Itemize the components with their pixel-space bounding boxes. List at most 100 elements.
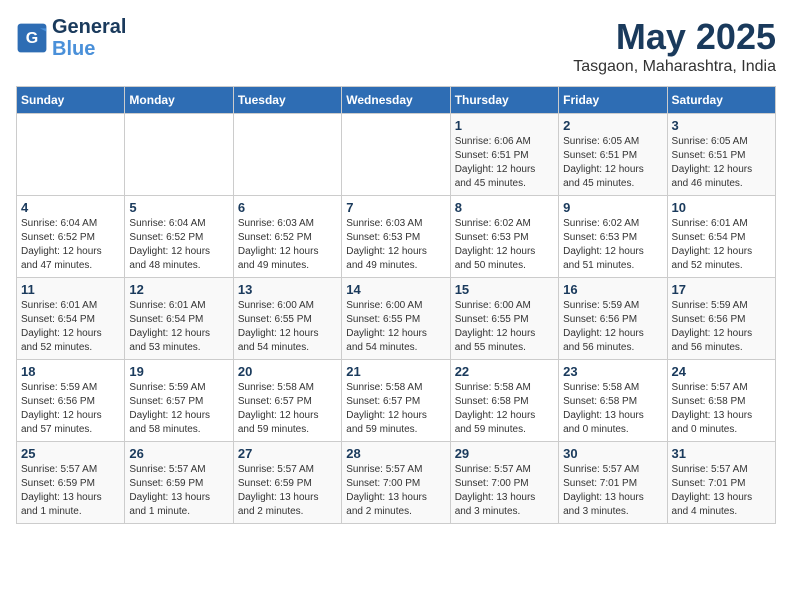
week-row-4: 18 Sunrise: 5:59 AM Sunset: 6:56 PM Dayli… [17,360,776,442]
day-cell [17,114,125,196]
day-info: Sunrise: 6:00 AM Sunset: 6:55 PM Dayligh… [238,299,337,355]
page-title: May 2025 [573,16,776,58]
day-cell: 16Sunrise: 5:59 AM Sunset: 6:56 PM Dayli… [559,278,667,360]
day-info: Sunrise: 5:57 AM Sunset: 7:00 PM Dayligh… [455,463,554,519]
day-number: 8 [455,200,554,215]
day-number: 25 [21,446,120,461]
day-cell: 13Sunrise: 6:00 AM Sunset: 6:55 PM Dayli… [233,278,341,360]
day-info: Sunrise: 5:58 AM Sunset: 6:57 PM Dayligh… [238,381,337,437]
day-info: Sunrise: 6:05 AM Sunset: 6:51 PM Dayligh… [563,135,662,191]
day-info: Sunrise: 5:57 AM Sunset: 7:01 PM Dayligh… [563,463,662,519]
day-cell: 10Sunrise: 6:01 AM Sunset: 6:54 PM Dayli… [667,196,775,278]
week-row-3: 11 Sunrise: 6:01 AM Sunset: 6:54 PM Dayli… [17,278,776,360]
day-cell: 21Sunrise: 5:58 AM Sunset: 6:57 PM Dayli… [342,360,450,442]
day-info: Sunrise: 6:01 AM Sunset: 6:54 PM Dayligh… [129,299,228,355]
day-cell [233,114,341,196]
day-cell: 11 Sunrise: 6:01 AM Sunset: 6:54 PM Dayli… [17,278,125,360]
day-number: 26 [129,446,228,461]
day-cell: 5 Sunrise: 6:04 AM Sunset: 6:52 PM Daylig… [125,196,233,278]
day-number: 11 [21,282,120,297]
day-info: Sunrise: 6:05 AM Sunset: 6:51 PM Dayligh… [672,135,771,191]
page-subtitle: Tasgaon, Maharashtra, India [573,58,776,76]
day-cell: 1 Sunrise: 6:06 AM Sunset: 6:51 PM Daylig… [450,114,558,196]
page-header: G General Blue May 2025 Tasgaon, Maharas… [16,16,776,76]
day-info: Sunrise: 6:00 AM Sunset: 6:55 PM Dayligh… [455,299,554,355]
day-number: 15 [455,282,554,297]
day-cell: 8 Sunrise: 6:02 AM Sunset: 6:53 PM Daylig… [450,196,558,278]
day-cell: 30 Sunrise: 5:57 AM Sunset: 7:01 PM Dayli… [559,442,667,524]
day-cell: 25 Sunrise: 5:57 AM Sunset: 6:59 PM Dayli… [17,442,125,524]
day-number: 27 [238,446,337,461]
header-sunday: Sunday [17,87,125,114]
header-tuesday: Tuesday [233,87,341,114]
day-cell: 6Sunrise: 6:03 AM Sunset: 6:52 PM Daylig… [233,196,341,278]
day-number: 17 [672,282,771,297]
day-info: Sunrise: 5:58 AM Sunset: 6:58 PM Dayligh… [455,381,554,437]
day-info: Sunrise: 5:57 AM Sunset: 6:59 PM Dayligh… [21,463,120,519]
day-number: 4 [21,200,120,215]
day-info: Sunrise: 6:04 AM Sunset: 6:52 PM Dayligh… [129,217,228,273]
day-number: 9 [563,200,662,215]
title-area: May 2025 Tasgaon, Maharashtra, India [573,16,776,76]
day-number: 1 [455,118,554,133]
day-number: 29 [455,446,554,461]
day-info: Sunrise: 5:57 AM Sunset: 6:59 PM Dayligh… [129,463,228,519]
day-cell: 20 Sunrise: 5:58 AM Sunset: 6:57 PM Dayli… [233,360,341,442]
week-row-1: 1 Sunrise: 6:06 AM Sunset: 6:51 PM Daylig… [17,114,776,196]
day-info: Sunrise: 6:02 AM Sunset: 6:53 PM Dayligh… [455,217,554,273]
day-number: 12 [129,282,228,297]
day-cell: 29 Sunrise: 5:57 AM Sunset: 7:00 PM Dayli… [450,442,558,524]
header-row: SundayMondayTuesdayWednesdayThursdayFrid… [17,87,776,114]
day-cell: 3 Sunrise: 6:05 AM Sunset: 6:51 PM Daylig… [667,114,775,196]
day-cell: 7 Sunrise: 6:03 AM Sunset: 6:53 PM Daylig… [342,196,450,278]
day-info: Sunrise: 6:06 AM Sunset: 6:51 PM Dayligh… [455,135,554,191]
calendar-header: SundayMondayTuesdayWednesdayThursdayFrid… [17,87,776,114]
day-number: 28 [346,446,445,461]
day-info: Sunrise: 6:04 AM Sunset: 6:52 PM Dayligh… [21,217,120,273]
week-row-2: 4 Sunrise: 6:04 AM Sunset: 6:52 PM Daylig… [17,196,776,278]
day-info: Sunrise: 5:59 AM Sunset: 6:57 PM Dayligh… [129,381,228,437]
logo-icon: G [16,22,48,54]
day-info: Sunrise: 6:00 AM Sunset: 6:55 PM Dayligh… [346,299,445,355]
day-cell: 9Sunrise: 6:02 AM Sunset: 6:53 PM Daylig… [559,196,667,278]
day-info: Sunrise: 5:57 AM Sunset: 6:58 PM Dayligh… [672,381,771,437]
day-number: 22 [455,364,554,379]
day-cell: 31Sunrise: 5:57 AM Sunset: 7:01 PM Dayli… [667,442,775,524]
day-cell: 24Sunrise: 5:57 AM Sunset: 6:58 PM Dayli… [667,360,775,442]
day-number: 30 [563,446,662,461]
day-number: 20 [238,364,337,379]
day-number: 31 [672,446,771,461]
svg-text:G: G [26,30,38,47]
logo-line1: General [52,16,126,38]
day-cell: 14 Sunrise: 6:00 AM Sunset: 6:55 PM Dayli… [342,278,450,360]
day-info: Sunrise: 6:01 AM Sunset: 6:54 PM Dayligh… [21,299,120,355]
day-cell [342,114,450,196]
day-number: 3 [672,118,771,133]
day-cell: 27Sunrise: 5:57 AM Sunset: 6:59 PM Dayli… [233,442,341,524]
day-number: 18 [21,364,120,379]
calendar-table: SundayMondayTuesdayWednesdayThursdayFrid… [16,86,776,524]
logo-line2: Blue [52,38,126,60]
day-number: 6 [238,200,337,215]
day-number: 10 [672,200,771,215]
header-wednesday: Wednesday [342,87,450,114]
header-saturday: Saturday [667,87,775,114]
day-info: Sunrise: 5:58 AM Sunset: 6:58 PM Dayligh… [563,381,662,437]
day-number: 7 [346,200,445,215]
day-number: 2 [563,118,662,133]
day-number: 14 [346,282,445,297]
day-cell [125,114,233,196]
day-cell: 17 Sunrise: 5:59 AM Sunset: 6:56 PM Dayli… [667,278,775,360]
week-row-5: 25 Sunrise: 5:57 AM Sunset: 6:59 PM Dayli… [17,442,776,524]
day-number: 21 [346,364,445,379]
day-info: Sunrise: 5:59 AM Sunset: 6:56 PM Dayligh… [672,299,771,355]
day-info: Sunrise: 5:57 AM Sunset: 7:00 PM Dayligh… [346,463,445,519]
day-info: Sunrise: 5:59 AM Sunset: 6:56 PM Dayligh… [21,381,120,437]
day-cell: 15 Sunrise: 6:00 AM Sunset: 6:55 PM Dayli… [450,278,558,360]
day-cell: 22 Sunrise: 5:58 AM Sunset: 6:58 PM Dayli… [450,360,558,442]
day-number: 5 [129,200,228,215]
calendar-body: 1 Sunrise: 6:06 AM Sunset: 6:51 PM Daylig… [17,114,776,524]
day-cell: 4 Sunrise: 6:04 AM Sunset: 6:52 PM Daylig… [17,196,125,278]
day-info: Sunrise: 6:03 AM Sunset: 6:53 PM Dayligh… [346,217,445,273]
day-cell: 26 Sunrise: 5:57 AM Sunset: 6:59 PM Dayli… [125,442,233,524]
